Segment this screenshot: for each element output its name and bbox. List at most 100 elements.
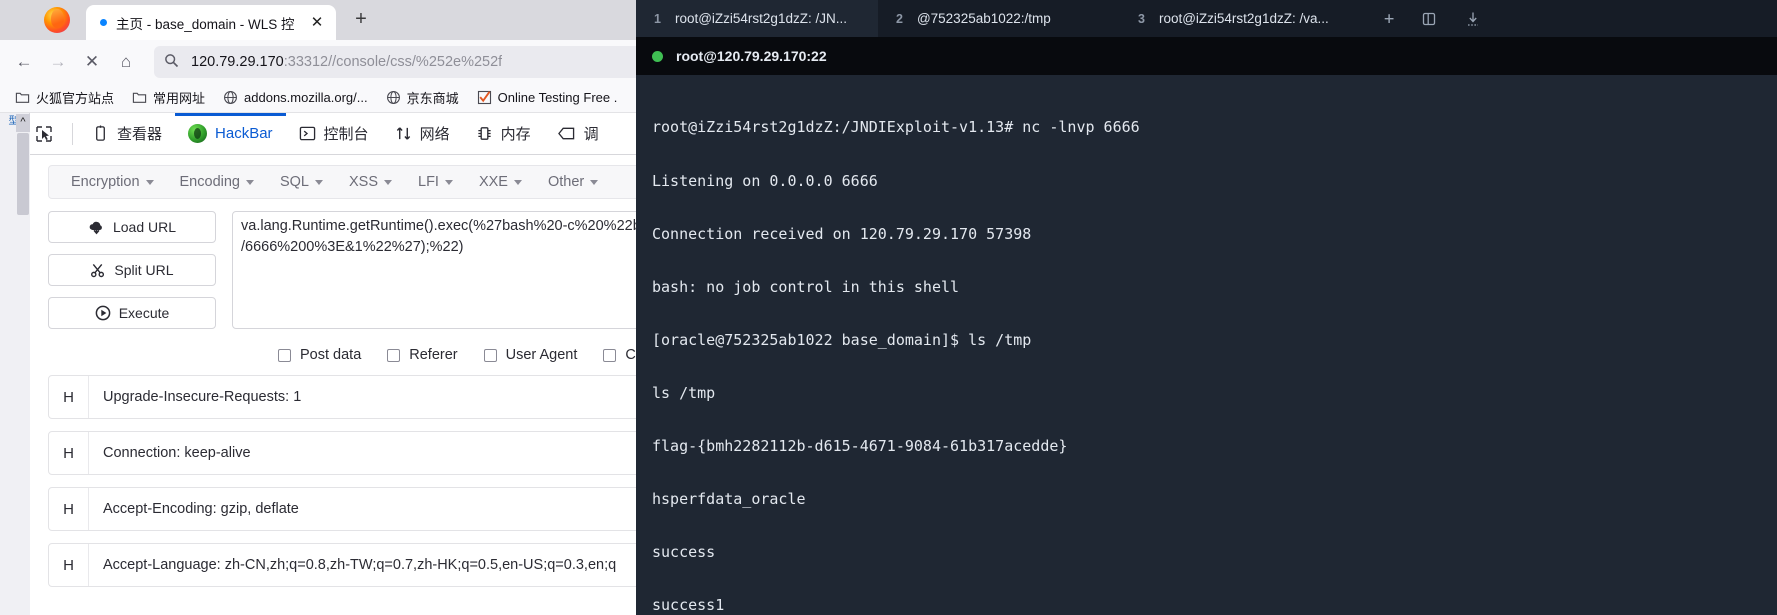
menu-label: Encoding bbox=[179, 174, 240, 190]
connection-status-icon bbox=[652, 50, 663, 62]
load-url-button[interactable]: Load URL bbox=[48, 211, 216, 243]
header-marker: H bbox=[49, 488, 89, 530]
checkbox-box[interactable] bbox=[483, 348, 497, 362]
menu-label: SQL bbox=[279, 174, 309, 190]
close-icon[interactable]: ✕ bbox=[308, 14, 326, 32]
header-marker: H bbox=[49, 432, 89, 474]
devtools-tab-console[interactable]: 控制台 bbox=[286, 113, 382, 154]
hackbar-menu-encryption[interactable]: Encryption bbox=[59, 170, 166, 194]
new-tab-icon[interactable]: + bbox=[1384, 9, 1394, 29]
toolbar-divider bbox=[72, 122, 73, 145]
bookmark-item-1[interactable]: 常用网址 bbox=[125, 85, 212, 110]
scrollbar-thumb[interactable] bbox=[17, 133, 29, 215]
stop-button[interactable]: ✕ bbox=[76, 46, 108, 78]
devtools-tab-label-2: 控制台 bbox=[323, 126, 369, 143]
terminal-line-2: Connection received on 120.79.29.170 573… bbox=[652, 224, 1032, 243]
hackbar-menu-encoding[interactable]: Encoding bbox=[168, 170, 266, 194]
terminal-session-title-bar: root@120.79.29.170:22 bbox=[636, 37, 1777, 75]
back-button[interactable]: ← bbox=[8, 46, 40, 78]
bookmark-label-3: 京东商城 bbox=[406, 91, 459, 106]
new-tab-button[interactable]: + bbox=[348, 7, 374, 33]
menu-label: Other bbox=[547, 174, 585, 190]
hackbar-menu-lfi[interactable]: LFI bbox=[406, 170, 465, 194]
hackbar-menu-sql[interactable]: SQL bbox=[268, 170, 335, 194]
user-agent-label: User Agent bbox=[505, 347, 578, 363]
hackbar-menu-other[interactable]: Other bbox=[536, 170, 610, 194]
terminal-tab-2[interactable]: 2 @752325ab1022:/tmp bbox=[878, 0, 1120, 37]
devtools-tab-network[interactable]: 网络 bbox=[382, 113, 463, 154]
devtools-tab-label-0: 查看器 bbox=[117, 126, 163, 143]
terminal-tab-number: 2 bbox=[896, 11, 903, 26]
menu-label: LFI bbox=[418, 174, 439, 190]
bookmark-item-4[interactable]: Online Testing Free . bbox=[470, 87, 625, 108]
devtools-tab-label-1: HackBar bbox=[215, 125, 273, 142]
menu-label: XSS bbox=[349, 174, 379, 190]
chevron-down-icon bbox=[315, 179, 323, 185]
post-data-checkbox[interactable]: Post data bbox=[278, 347, 361, 363]
terminal-line-3: bash: no job control in this shell bbox=[652, 277, 960, 296]
scroll-up-button[interactable]: ^ bbox=[16, 114, 30, 132]
chevron-down-icon bbox=[513, 179, 522, 185]
terminal-tab-number: 1 bbox=[654, 11, 661, 26]
checkbox-box[interactable] bbox=[387, 348, 401, 362]
network-icon bbox=[396, 127, 410, 140]
header-value-0: Upgrade-Insecure-Requests: 1 bbox=[103, 389, 302, 405]
globe-icon bbox=[386, 90, 401, 105]
terminal-window: 1 root@iZzi54rst2g1dzZ: /JN... 2 @752325… bbox=[636, 0, 1777, 615]
devtools-tab-label-5: 调 bbox=[583, 126, 599, 143]
terminal-output[interactable]: root@iZzi54rst2g1dzZ:/JNDIExploit-v1.13#… bbox=[636, 75, 1777, 615]
devtools-tab-memory[interactable]: 内存 bbox=[463, 113, 544, 154]
tab-loading-dot-icon bbox=[100, 19, 107, 26]
bookmark-item-0[interactable]: 火狐官方站点 bbox=[8, 85, 121, 110]
search-icon bbox=[164, 53, 179, 71]
execute-label: Execute bbox=[118, 305, 170, 321]
terminal-line-1: Listening on 0.0.0.0 6666 bbox=[652, 171, 878, 190]
address-path: :33312//console/css/%252e%252f bbox=[283, 53, 503, 70]
bookmark-label-0: 火狐官方站点 bbox=[36, 91, 115, 106]
checkbox-box[interactable] bbox=[603, 348, 617, 362]
bookmark-item-3[interactable]: 京东商城 bbox=[379, 85, 466, 110]
referer-checkbox[interactable]: Referer bbox=[387, 347, 458, 363]
copy-session-icon[interactable] bbox=[1420, 10, 1438, 28]
bookmark-label-2: addons.mozilla.org/... bbox=[244, 90, 368, 105]
inspector-icon bbox=[96, 125, 105, 141]
devtools-tab-debugger[interactable]: 调 bbox=[544, 113, 612, 154]
chevron-down-icon bbox=[590, 179, 599, 185]
home-button[interactable]: ⌂ bbox=[110, 46, 142, 78]
page-scrollbar[interactable]: 型 ^ bbox=[0, 113, 30, 615]
terminal-tab-1[interactable]: 1 root@iZzi54rst2g1dzZ: /JN... bbox=[636, 0, 878, 37]
devtools-tab-inspector[interactable]: 查看器 bbox=[79, 113, 175, 154]
chevron-down-icon bbox=[245, 179, 254, 185]
header-value-2: Accept-Encoding: gzip, deflate bbox=[103, 501, 299, 517]
download-icon[interactable] bbox=[1464, 10, 1482, 28]
memory-icon bbox=[477, 127, 491, 140]
forward-button[interactable]: → bbox=[42, 46, 74, 78]
browser-tab-active[interactable]: 主页 - base_domain - WLS 控 ✕ bbox=[86, 5, 336, 40]
header-marker: H bbox=[49, 544, 89, 586]
address-bar-text: 120.79.29.170:33312//console/css/%252e%2… bbox=[191, 54, 502, 70]
hackbar-menu-xss[interactable]: XSS bbox=[337, 170, 404, 194]
element-picker-icon[interactable] bbox=[34, 113, 66, 154]
devtools-tab-hackbar[interactable]: HackBar bbox=[175, 113, 286, 154]
menu-label: Encryption bbox=[71, 174, 140, 190]
execute-button[interactable]: Execute bbox=[48, 297, 216, 329]
bookmark-item-2[interactable]: addons.mozilla.org/... bbox=[216, 87, 375, 108]
bookmark-label-4: Online Testing Free . bbox=[497, 90, 618, 105]
terminal-session-title: root@120.79.29.170:22 bbox=[676, 48, 827, 64]
load-url-label: Load URL bbox=[112, 219, 177, 235]
terminal-tab-3[interactable]: 3 root@iZzi54rst2g1dzZ: /va... bbox=[1120, 0, 1362, 37]
split-url-label: Split URL bbox=[114, 262, 174, 278]
terminal-tab-label: root@iZzi54rst2g1dzZ: /JN... bbox=[674, 11, 847, 26]
terminal-line-0: root@iZzi54rst2g1dzZ:/JNDIExploit-v1.13#… bbox=[652, 118, 1140, 137]
split-url-button[interactable]: Split URL bbox=[48, 254, 216, 286]
terminal-line-6: flag-{bmh2282112b-d615-4671-9084-61b317a… bbox=[652, 436, 1068, 455]
hackbar-menu-xxe[interactable]: XXE bbox=[467, 170, 534, 194]
checkbox-box[interactable] bbox=[278, 348, 291, 362]
hackbar-action-buttons: Load URL Split URL Execute bbox=[48, 211, 216, 329]
terminal-line-4: [oracle@752325ab1022 base_domain]$ ls /t… bbox=[652, 330, 1032, 349]
devtools-tab-label-3: 网络 bbox=[419, 126, 450, 143]
header-value-3: Accept-Language: zh-CN,zh;q=0.8,zh-TW;q=… bbox=[103, 557, 617, 573]
user-agent-checkbox[interactable]: User Agent bbox=[483, 347, 578, 363]
devtools-tab-label-4: 内存 bbox=[500, 126, 531, 143]
chevron-down-icon bbox=[384, 179, 393, 185]
